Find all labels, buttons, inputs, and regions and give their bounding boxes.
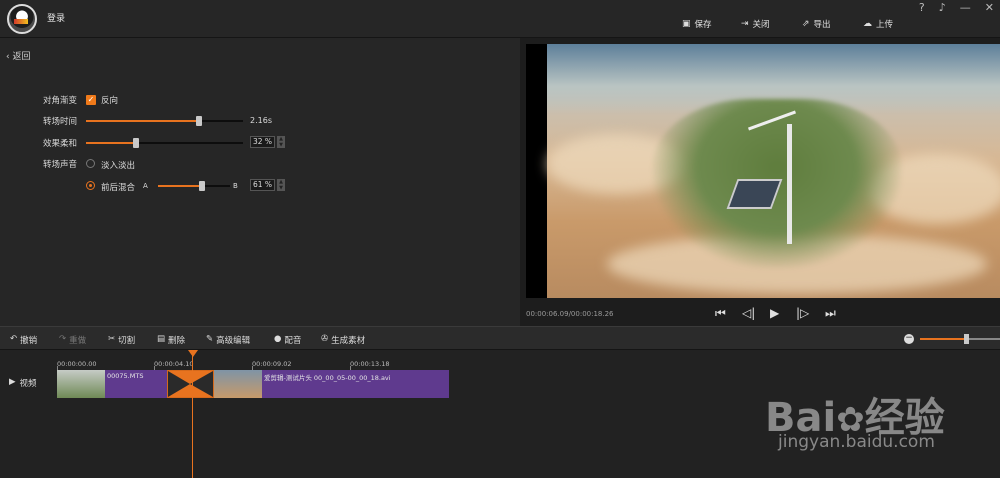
zoom-out-icon[interactable]: −: [904, 334, 914, 344]
close-button[interactable]: ⇥ 关闭: [741, 18, 770, 30]
preview-panel: 00:00:06.09/00:00:18.26 ⏮ ◁| ▶ |▷ ⏭: [520, 38, 1000, 326]
app-window: 登录 ? ♪ — ✕ ▣ 保存 ⇥ 关闭 ⇗ 导出 ☁ 上传 ‹ 返回 对角渐变 ✓ 反…: [0, 0, 1000, 478]
slider-fill: [158, 185, 202, 187]
softness-row: 效果柔和 32 % ▲ ▼: [0, 136, 520, 150]
transition-time-slider[interactable]: [86, 116, 243, 126]
slider-fill: [920, 338, 964, 340]
fade-radio[interactable]: [86, 159, 95, 168]
timecode: 00:00:06.09/00:00:18.26: [526, 310, 614, 318]
mix-a-label: A: [143, 182, 148, 190]
tick-label: 00:00:09.02: [252, 360, 292, 368]
tick-label: 00:00:13.18: [350, 360, 390, 368]
save-icon: ▣: [682, 19, 691, 29]
video-preview[interactable]: [526, 44, 1000, 298]
clip-name: 爱剪辑-测试片头 00_00_05-00_00_18.avi: [264, 374, 391, 382]
generate-media-button[interactable]: ✇ 生成素材: [321, 334, 365, 346]
diagonal-row: 对角渐变 ✓ 反向: [0, 93, 520, 107]
mix-input[interactable]: 61 %: [250, 179, 275, 191]
mix-row: 前后混合 A B 61 % ▲ ▼: [0, 179, 520, 193]
transition-time-row: 转场时间 2.16s: [0, 114, 520, 128]
cloud-upload-icon: ☁: [863, 19, 872, 29]
cut-button[interactable]: ✂ 切割: [108, 334, 135, 346]
edit-toolbar: ↶ 撤销 ↷ 重做 ✂ 切割 ▤ 删除 ✎ 高级编辑 ● 配音 ✇ 生成素材 −: [0, 326, 1000, 350]
undo-button[interactable]: ↶ 撤销: [10, 334, 37, 346]
playhead-handle[interactable]: [188, 350, 198, 357]
login-link[interactable]: 登录: [47, 11, 65, 24]
diagonal-label: 对角渐变: [43, 96, 78, 106]
advanced-edit-button[interactable]: ✎ 高级编辑: [206, 334, 250, 346]
transition-marker[interactable]: [167, 370, 214, 398]
time-ruler[interactable]: 00:00:00.00 00:00:04.10 00:00:09.02 00:0…: [57, 356, 449, 371]
dub-button[interactable]: ● 配音: [274, 334, 301, 346]
skip-start-icon[interactable]: ⏮: [715, 306, 726, 321]
softness-stepper[interactable]: ▲ ▼: [277, 136, 285, 148]
clip-2[interactable]: 爱剪辑-测试片头 00_00_05-00_00_18.avi: [214, 370, 449, 398]
playhead[interactable]: [192, 350, 193, 478]
redo-button[interactable]: ↷ 重做: [59, 334, 86, 346]
transition-time-value: 2.16s: [250, 116, 272, 125]
save-button[interactable]: ▣ 保存: [682, 18, 712, 30]
softness-label: 效果柔和: [43, 139, 78, 149]
undo-icon: ↶: [10, 334, 18, 344]
step-forward-icon[interactable]: |▷: [796, 306, 809, 320]
watermark-url: jingyan.baidu.com: [778, 432, 935, 452]
softness-input[interactable]: 32 %: [250, 136, 275, 148]
top-bar: 登录 ? ♪ — ✕ ▣ 保存 ⇥ 关闭 ⇗ 导出 ☁ 上传: [0, 0, 1000, 38]
clip-thumbnail: [214, 370, 262, 398]
mix-stepper[interactable]: ▲ ▼: [277, 179, 285, 191]
mix-radio[interactable]: [86, 181, 95, 190]
minimize-icon[interactable]: —: [960, 0, 971, 16]
microphone-icon: ●: [274, 334, 282, 344]
export-button[interactable]: ⇗ 导出: [802, 18, 831, 30]
play-icon[interactable]: ▶: [770, 306, 779, 320]
system-buttons: ? ♪ — ✕: [919, 0, 994, 16]
export-icon: ⇗: [802, 19, 810, 29]
mix-label: 前后混合: [101, 183, 136, 193]
back-link[interactable]: ‹ 返回: [6, 49, 30, 62]
tick-label: 00:00:04.10: [154, 360, 194, 368]
play-square-icon: ▶: [9, 377, 16, 387]
audio-row: 转场声音 淡入淡出: [0, 157, 520, 171]
upload-button[interactable]: ☁ 上传: [863, 18, 893, 30]
mix-b-label: B: [233, 182, 238, 190]
slider-fill: [86, 120, 200, 122]
transition-time-label: 转场时间: [43, 117, 78, 127]
scissors-icon: ✂: [108, 334, 116, 344]
clip-thumbnail: [57, 370, 105, 398]
slider-knob[interactable]: [198, 181, 205, 191]
clip-name: 00075.MTS: [107, 372, 144, 380]
slider-knob[interactable]: [133, 138, 140, 148]
slider-knob[interactable]: [196, 116, 203, 126]
pencil-icon: ✎: [206, 334, 214, 344]
trash-icon: ▤: [157, 334, 166, 344]
clip-1[interactable]: 00075.MTS: [57, 370, 167, 398]
video-track-label: ▶ 视频: [9, 377, 37, 389]
film-reel-icon: ✇: [321, 334, 329, 344]
tick-label: 00:00:00.00: [57, 360, 97, 368]
transition-settings-panel: ‹ 返回 对角渐变 ✓ 反向 转场时间 2.16s 效果柔和 32 % ▲ ▼ 转…: [0, 38, 520, 326]
step-back-icon[interactable]: ◁|: [742, 306, 755, 320]
windmill-pole: [787, 124, 792, 244]
bell-icon[interactable]: ♪: [939, 0, 946, 16]
redo-icon: ↷: [59, 334, 67, 344]
exit-icon: ⇥: [741, 19, 749, 29]
delete-button[interactable]: ▤ 删除: [157, 334, 185, 346]
fade-label: 淡入淡出: [101, 161, 136, 171]
video-frame: [547, 44, 1000, 298]
reverse-label: 反向: [101, 96, 119, 106]
zoom-slider[interactable]: [920, 334, 1000, 344]
avatar[interactable]: [7, 4, 37, 34]
transition-icon: [168, 371, 213, 397]
reverse-checkbox[interactable]: ✓: [86, 95, 96, 105]
skip-end-icon[interactable]: ⏭: [825, 306, 836, 321]
slider-knob[interactable]: [964, 334, 969, 344]
help-icon[interactable]: ?: [919, 0, 925, 16]
mix-slider[interactable]: [158, 181, 230, 191]
slider-fill: [86, 142, 137, 144]
audio-label: 转场声音: [43, 160, 78, 170]
close-window-icon[interactable]: ✕: [985, 0, 994, 16]
softness-slider[interactable]: [86, 138, 243, 148]
